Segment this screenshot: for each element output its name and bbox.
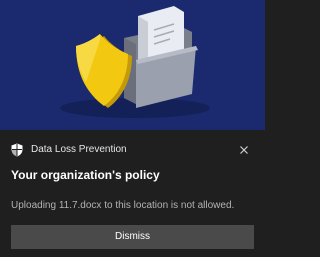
app-name: Data Loss Prevention (31, 144, 127, 155)
hero-illustration-graphic (60, 6, 210, 118)
dlp-toast-notification: Data Loss Prevention Your organization's… (0, 0, 265, 257)
notification-title: Your organization's policy (11, 168, 160, 182)
notification-message: Uploading 11.7.docx to this location is … (11, 200, 235, 211)
shield-illustration (76, 34, 132, 108)
close-icon[interactable] (236, 142, 252, 158)
shield-icon (11, 143, 23, 157)
toast-header: Data Loss Prevention (0, 138, 265, 162)
dismiss-button[interactable]: Dismiss (11, 225, 254, 249)
hero-illustration (0, 0, 265, 130)
